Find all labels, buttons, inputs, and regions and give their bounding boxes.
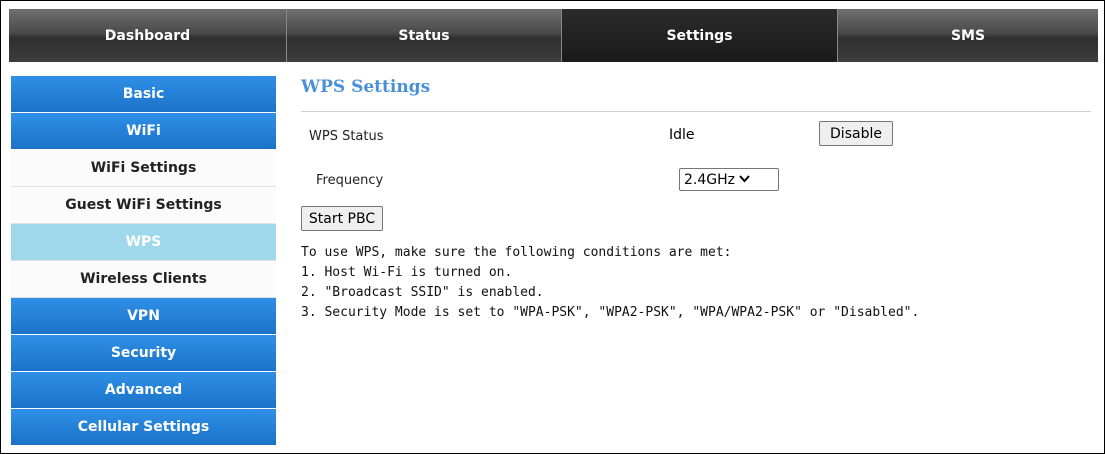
tab-sms[interactable]: SMS [838,9,1098,62]
wps-status-label: WPS Status [309,129,384,144]
main-content: WPS Settings WPS Status Idle Disable Fre… [301,73,1091,320]
instruction-line: To use WPS, make sure the following cond… [301,245,732,260]
sidebar-item-advanced[interactable]: Advanced [11,372,276,409]
instruction-line: 2. "Broadcast SSID" is enabled. [301,285,544,300]
frequency-label: Frequency [316,173,384,188]
sidebar-item-security[interactable]: Security [11,335,276,372]
sidebar-item-wireless-clients[interactable]: Wireless Clients [11,261,276,298]
wps-instructions: To use WPS, make sure the following cond… [301,243,919,323]
tab-settings[interactable]: Settings [562,9,838,62]
sidebar-item-wifi-settings[interactable]: WiFi Settings [11,150,276,187]
sidebar-item-cellular-settings[interactable]: Cellular Settings [11,409,276,446]
sidebar: Basic WiFi WiFi Settings Guest WiFi Sett… [11,76,276,446]
start-pbc-button[interactable]: Start PBC [301,206,383,231]
sidebar-item-guest-wifi-settings[interactable]: Guest WiFi Settings [11,187,276,224]
disable-button[interactable]: Disable [819,121,893,146]
wps-status-value: Idle [669,127,695,143]
tab-dashboard[interactable]: Dashboard [9,9,287,62]
top-navigation: Dashboard Status Settings SMS [9,9,1098,62]
instruction-line: 3. Security Mode is set to "WPA-PSK", "W… [301,305,920,320]
sidebar-item-vpn[interactable]: VPN [11,298,276,335]
sidebar-item-wifi[interactable]: WiFi [11,113,276,150]
tab-status[interactable]: Status [287,9,562,62]
instruction-line: 1. Host Wi-Fi is turned on. [301,265,513,280]
sidebar-item-wps[interactable]: WPS [11,224,276,261]
sidebar-item-basic[interactable]: Basic [11,76,276,113]
frequency-select-value: 2.4GHz [684,171,735,188]
app-frame: Dashboard Status Settings SMS Basic WiFi… [0,0,1105,454]
frequency-select[interactable]: 2.4GHz [679,168,779,191]
title-divider [301,111,1091,112]
page-title: WPS Settings [301,77,431,97]
chevron-down-icon [739,173,750,186]
